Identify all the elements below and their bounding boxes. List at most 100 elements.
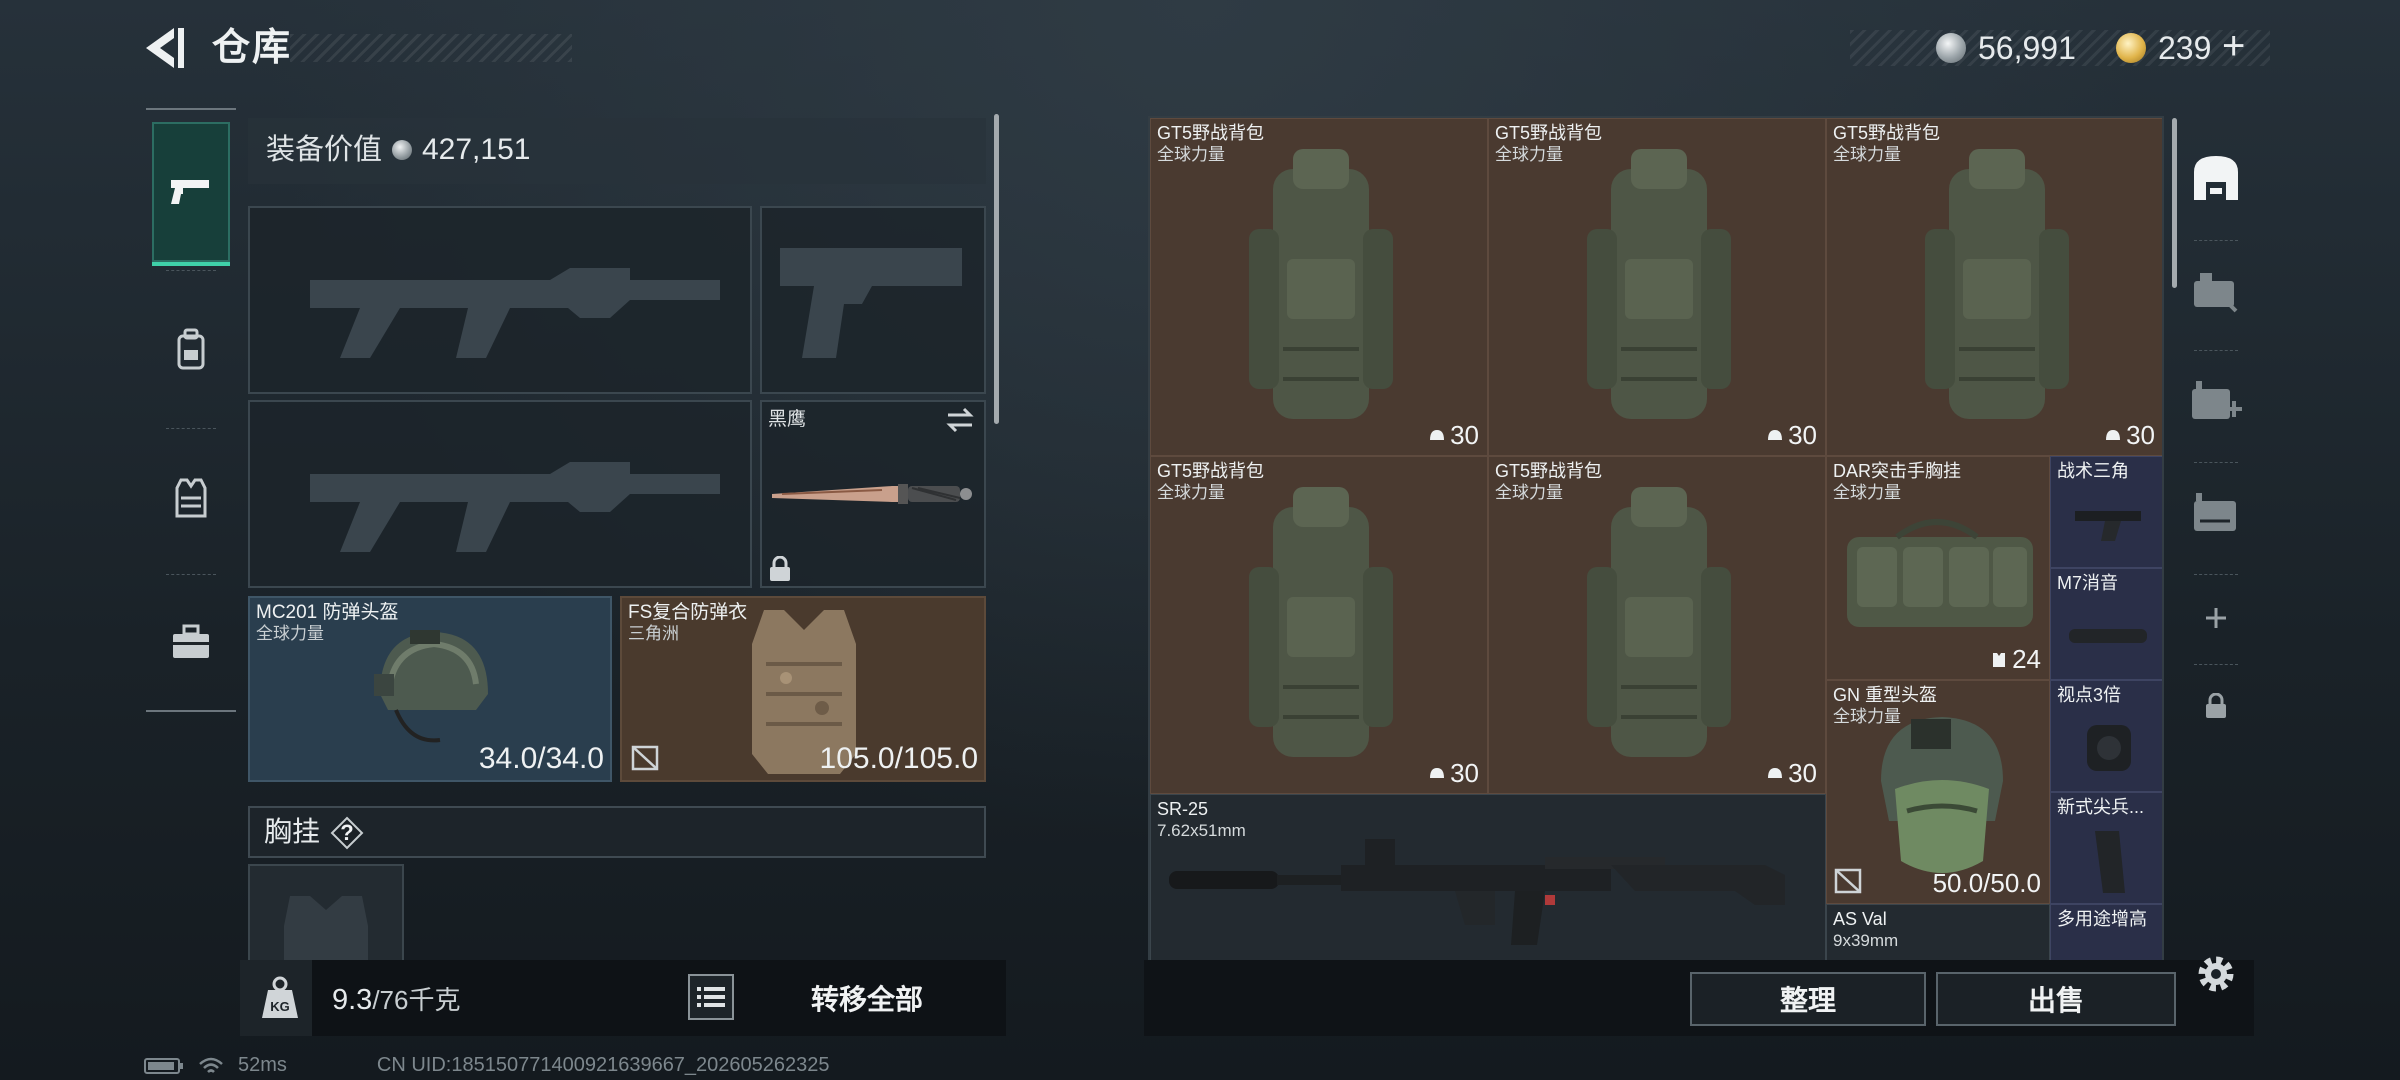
helmet-count-icon (1430, 429, 1445, 440)
item-name: 多用途增高 (2057, 909, 2147, 929)
case-icon (2194, 273, 2238, 313)
equipment-value-label: 装备价值 (266, 134, 383, 166)
secondary-weapon-slot[interactable] (248, 400, 752, 588)
silver-balance: 56,991 (1978, 30, 2076, 66)
svg-text:KG: KG (270, 999, 290, 1014)
gear-icon[interactable] (2194, 952, 2238, 996)
helmet-image (374, 630, 488, 743)
list-view-button[interactable] (688, 974, 734, 1020)
backpack-image (1249, 149, 1393, 419)
stash-item-rifle[interactable]: SR-25 7.62x51mm (1150, 794, 1826, 960)
armor-faction: 三角洲 (628, 624, 679, 643)
back-arrow-icon[interactable] (140, 24, 188, 72)
vest-silhouette-icon (284, 896, 368, 960)
item-count: 30 (2126, 420, 2155, 450)
equipment-value: 427,151 (422, 133, 531, 166)
armor-slot[interactable]: FS复合防弹衣 三角洲 105.0/105.0 (620, 596, 986, 782)
chest-rig-label: 胸挂 (264, 816, 321, 847)
chest-rig-slot[interactable] (248, 864, 404, 962)
battery-icon (144, 1057, 183, 1074)
heavy-helmet-image (1881, 717, 2003, 873)
ping-text: 52ms (238, 1054, 287, 1076)
transfer-all-button[interactable]: 转移全部 (756, 974, 978, 1022)
help-label: ? (340, 820, 354, 845)
plus-icon (2206, 608, 2226, 628)
medkit-icon (2192, 381, 2242, 419)
item-name: 战术三角 (2057, 461, 2129, 481)
stash-item-chest-rig[interactable]: DAR突击手胸挂 全球力量 24 (1826, 456, 2050, 680)
stash-item-rifle[interactable]: AS Val 9x39mm (1826, 904, 2050, 960)
swap-icon[interactable] (944, 406, 976, 434)
lock-icon (2206, 693, 2226, 718)
helmet-count-icon (1430, 767, 1445, 778)
stash-item-helmet[interactable]: GN 重型头盔 全球力量 50.0/50.0 (1826, 680, 2050, 904)
tab-stash-3[interactable] (2180, 362, 2252, 442)
item-faction: 全球力量 (1833, 145, 1901, 164)
lock-icon (770, 556, 790, 581)
stash-item-suppressor[interactable]: M7消音 (2050, 568, 2162, 680)
sell-button[interactable]: 出售 (1936, 972, 2176, 1026)
list-icon (697, 987, 725, 1007)
primary-weapon-slot[interactable] (248, 206, 752, 394)
item-count: 30 (1788, 758, 1817, 788)
stash-item-backpack[interactable]: GT5野战背包 全球力量 30 (1826, 118, 2162, 456)
item-name: M7消音 (2057, 573, 2119, 593)
stash-scrollbar[interactable] (2172, 118, 2177, 288)
stash-item-backpack[interactable]: GT5野战背包 全球力量 30 (1150, 456, 1488, 794)
silver-coin-icon (392, 140, 412, 160)
item-count: 30 (1450, 758, 1479, 788)
tab-chest-rig[interactable] (152, 428, 230, 568)
sort-button[interactable]: 整理 (1690, 972, 1926, 1026)
tab-stash-main[interactable] (2180, 138, 2252, 218)
item-name: AS Val (1833, 909, 1887, 929)
tab-stash-4[interactable] (2180, 474, 2252, 554)
helmet-slot[interactable]: MC201 防弹头盔 全球力量 34.0/34.0 (248, 596, 612, 782)
item-count: 24 (2012, 644, 2041, 674)
tab-stash-2[interactable] (2180, 252, 2252, 332)
add-currency-button[interactable]: + (2222, 24, 2245, 68)
item-capacity: 30 (2104, 420, 2155, 451)
carry-weight: 9.3/76千克 (332, 980, 460, 1020)
status-bar: 52ms CN UID:185150771400921639667_202605… (144, 1054, 830, 1077)
backpack-image (1587, 149, 1731, 419)
helmet-count-icon (1768, 429, 1783, 440)
stash-item-scope[interactable]: 视点3倍 (2050, 680, 2162, 792)
chest-rig-image (1847, 519, 2033, 627)
stash-item-mag[interactable]: 新式尖兵... (2050, 792, 2162, 904)
helmet-count-icon (2106, 429, 2121, 440)
sr25-image (1169, 839, 1785, 945)
tab-weapons[interactable] (152, 122, 230, 266)
equipment-scrollbar[interactable] (994, 114, 999, 424)
tab-case[interactable] (152, 572, 230, 712)
title-decoration (290, 34, 572, 62)
item-count: 30 (1450, 420, 1479, 450)
add-stash-tab-button[interactable] (2180, 578, 2252, 658)
item-faction: 全球力量 (1495, 483, 1563, 502)
item-name: SR-25 (1157, 799, 1209, 819)
weight-icon: KG (262, 976, 298, 1018)
scope-image (2087, 725, 2131, 771)
pistol-icon (171, 180, 209, 204)
gold-coin-icon (2116, 33, 2146, 63)
backpack-image (1249, 487, 1393, 757)
locked-stash-tab (2180, 666, 2252, 746)
stash-item-mount[interactable]: 多用途增高 (2050, 904, 2162, 960)
toolbox-icon (173, 624, 209, 658)
stash-icon (2194, 156, 2238, 200)
stash-item-backpack[interactable]: GT5野战背包 全球力量 30 (1488, 118, 1826, 456)
item-name: 视点3倍 (2057, 685, 2122, 705)
stash-item-backpack[interactable]: GT5野战背包 全球力量 30 (1150, 118, 1488, 456)
helmet-durability: 34.0/34.0 (478, 742, 604, 775)
item-caliber: 9x39mm (1833, 931, 1899, 950)
help-icon[interactable]: ? (330, 816, 364, 850)
suppressor-image (2069, 629, 2147, 643)
melee-name: 黑鹰 (768, 409, 807, 430)
tab-backpack[interactable] (152, 280, 230, 420)
stash-item-grip[interactable]: 战术三角 (2050, 456, 2162, 568)
broken-armor-icon (1834, 868, 1862, 894)
item-faction: 全球力量 (1833, 483, 1901, 502)
stash-item-backpack[interactable]: GT5野战背包 全球力量 30 (1488, 456, 1826, 794)
sidearm-slot[interactable] (760, 206, 986, 394)
armor-durability: 105.0/105.0 (819, 742, 978, 775)
gold-balance: 239 (2158, 30, 2212, 66)
